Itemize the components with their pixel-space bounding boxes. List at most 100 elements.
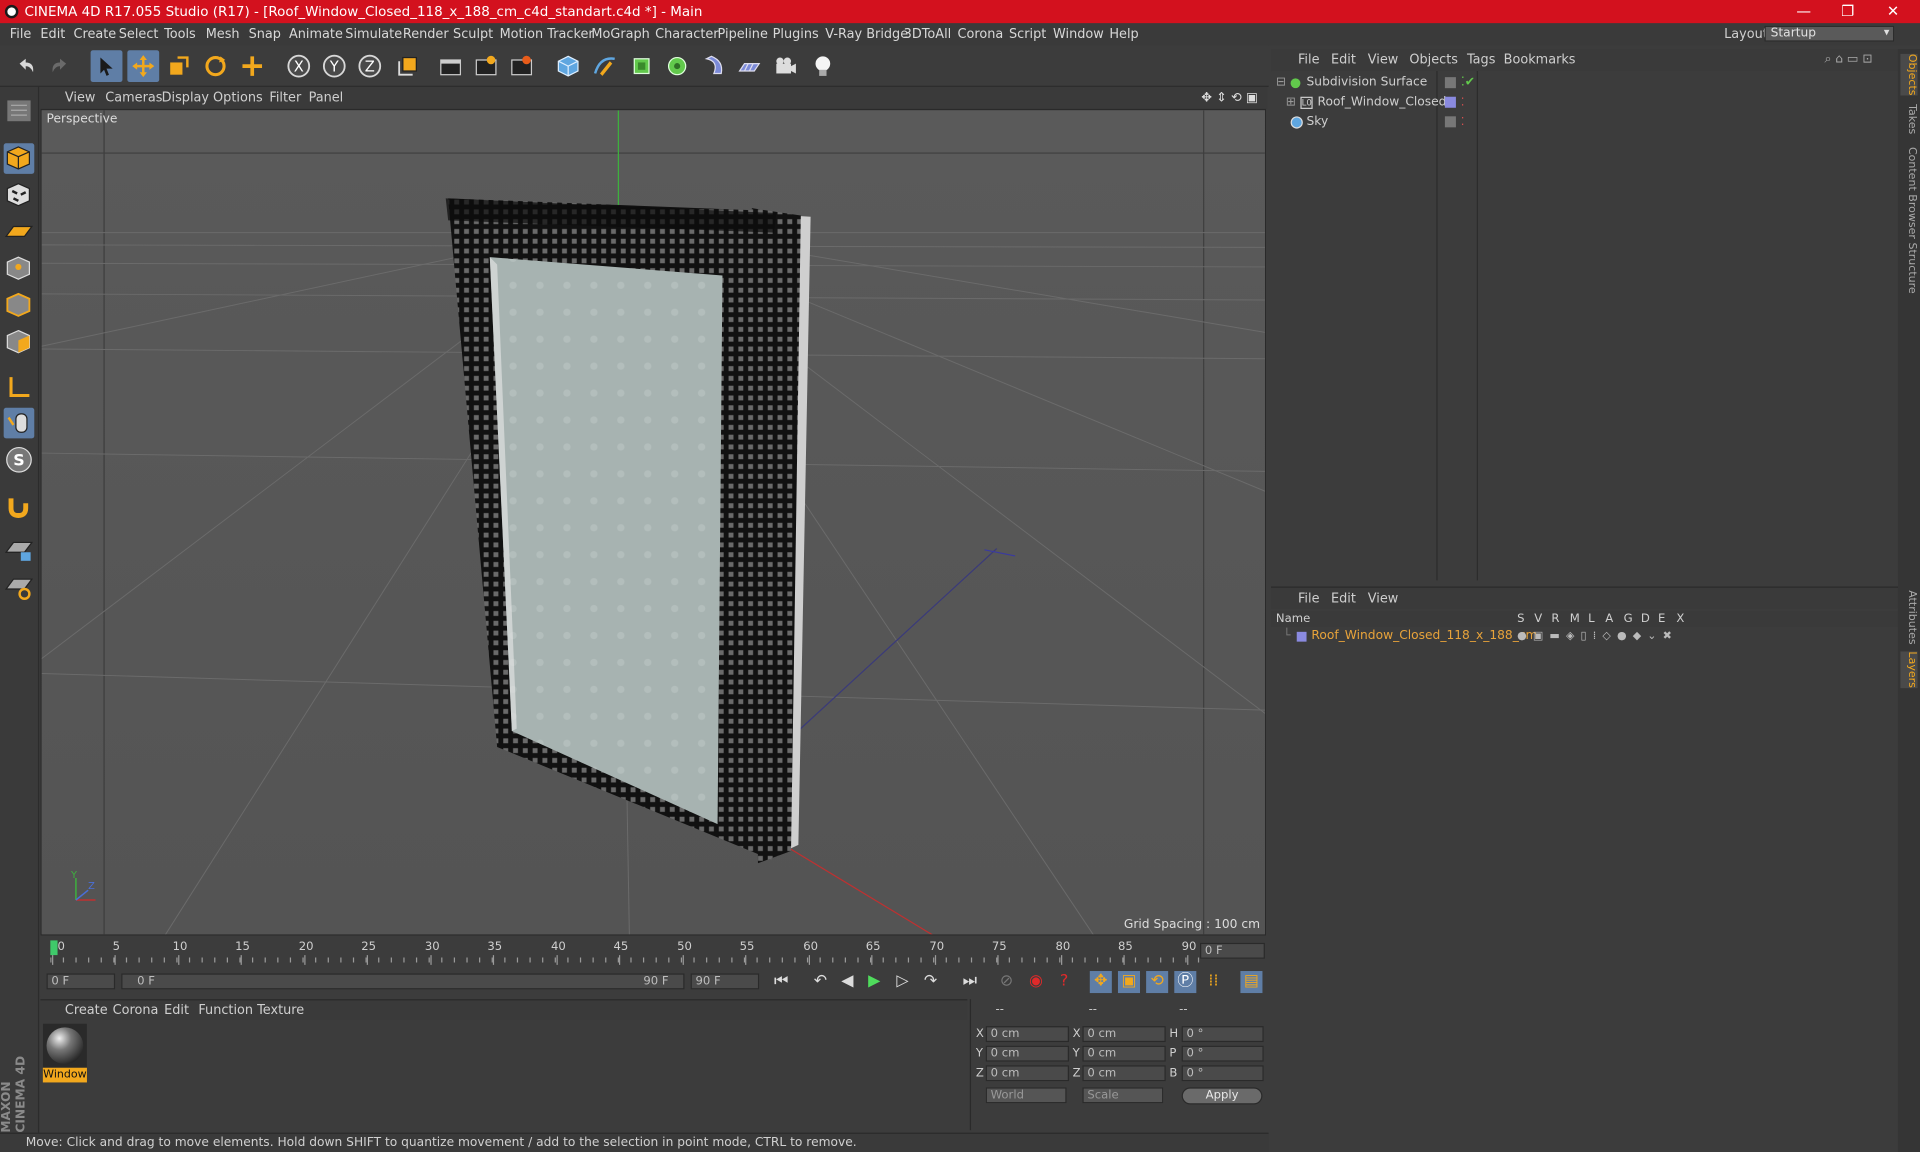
- menu-corona[interactable]: Corona: [958, 23, 1004, 45]
- menu-snap[interactable]: Snap: [249, 23, 281, 45]
- mat-menu-edit[interactable]: Edit: [164, 1000, 189, 1021]
- y-axis-icon[interactable]: Y: [318, 50, 350, 82]
- menu-edit[interactable]: Edit: [40, 23, 65, 45]
- subdivision-icon[interactable]: [626, 50, 658, 82]
- menu-help[interactable]: Help: [1109, 23, 1138, 45]
- menu-mesh[interactable]: Mesh: [206, 23, 240, 45]
- obj-manager-nav-icons[interactable]: ⌕ ⌂ ▭ ⊡: [1824, 49, 1872, 71]
- start-frame-field[interactable]: 0 F: [46, 973, 116, 990]
- scale-icon[interactable]: [163, 50, 195, 82]
- texture-mode-icon[interactable]: [4, 180, 35, 211]
- rotate-icon[interactable]: [200, 50, 232, 82]
- keyframe-selection-icon[interactable]: ?: [1053, 971, 1075, 993]
- current-frame-field[interactable]: 0 F: [1200, 942, 1265, 959]
- col-d[interactable]: D: [1641, 611, 1650, 627]
- col-e[interactable]: E: [1658, 611, 1665, 627]
- mat-menu-texture[interactable]: Texture: [257, 1000, 304, 1021]
- move-icon[interactable]: [127, 50, 160, 83]
- record-keys-icon[interactable]: ⊘: [996, 971, 1018, 993]
- vp-menu-view[interactable]: View: [65, 87, 96, 109]
- next-frame-button[interactable]: ▷: [891, 971, 913, 993]
- make-editable-icon[interactable]: [4, 96, 35, 127]
- next-key-icon[interactable]: ↷: [920, 971, 942, 993]
- points-mode-icon[interactable]: [4, 253, 35, 284]
- layer-color-swatch[interactable]: [1296, 631, 1307, 642]
- model-mode-icon[interactable]: [3, 143, 35, 174]
- expand-icon[interactable]: ⊞: [1286, 93, 1296, 113]
- deformer-icon[interactable]: [698, 50, 730, 82]
- tweak-mode-icon[interactable]: [3, 407, 35, 439]
- material-swatch[interactable]: Window: [42, 1023, 87, 1083]
- menu-window[interactable]: Window: [1053, 23, 1104, 45]
- menu-pipeline[interactable]: Pipeline: [718, 23, 768, 45]
- workplane-lock-icon[interactable]: [4, 535, 35, 566]
- obj-menu-bookmarks[interactable]: Bookmarks: [1504, 49, 1576, 71]
- menu-render[interactable]: Render: [403, 23, 449, 45]
- menu-vray-bridge[interactable]: V-Ray Bridge: [825, 23, 908, 45]
- timeline-ruler[interactable]: 0 5 10 15 20 25 30 35 40 45 50 55 60 65 …: [40, 935, 1268, 968]
- menu-select[interactable]: Select: [119, 23, 159, 45]
- col-name[interactable]: Name: [1276, 611, 1310, 627]
- obj-menu-edit[interactable]: Edit: [1331, 49, 1356, 71]
- light-icon[interactable]: [807, 50, 839, 82]
- vp-menu-display[interactable]: Display: [162, 87, 209, 109]
- pos-z-field[interactable]: 0 cm: [985, 1065, 1069, 1082]
- end-frame-field[interactable]: 90 F: [690, 973, 760, 990]
- coordinate-system-icon[interactable]: [392, 50, 424, 82]
- workplane-icon[interactable]: [4, 217, 35, 248]
- transform-icon[interactable]: [236, 50, 268, 82]
- lay-menu-file[interactable]: File: [1298, 588, 1320, 610]
- coord-system-select[interactable]: World: [985, 1087, 1067, 1104]
- size-z-field[interactable]: 0 cm: [1082, 1065, 1166, 1082]
- menu-plugins[interactable]: Plugins: [773, 23, 819, 45]
- key-parameter-icon[interactable]: Ⓟ: [1174, 971, 1197, 994]
- magnet-icon[interactable]: [4, 491, 35, 522]
- tab-layers[interactable]: Layers: [1900, 651, 1918, 688]
- menu-3dtoall[interactable]: 3DToAll: [904, 23, 952, 45]
- col-x[interactable]: X: [1676, 611, 1684, 627]
- tab-content-browser[interactable]: Content Browser: [1900, 147, 1917, 239]
- obj-menu-objects[interactable]: Objects: [1409, 49, 1458, 71]
- polygons-mode-icon[interactable]: [4, 327, 35, 358]
- obj-menu-tags[interactable]: Tags: [1467, 49, 1495, 71]
- col-g[interactable]: G: [1624, 611, 1633, 627]
- menu-script[interactable]: Script: [1009, 23, 1046, 45]
- range-slider[interactable]: 0 F 90 F: [121, 973, 685, 990]
- lay-menu-edit[interactable]: Edit: [1331, 588, 1356, 610]
- workplane-axis-icon[interactable]: [4, 572, 35, 603]
- layer-row[interactable]: └ Roof_Window_Closed_118_x_188_cm ●▣▬◈▯⁞…: [1271, 627, 1898, 647]
- object-row-roof-window[interactable]: ⊞ L0 Roof_Window_Closed ⁚: [1271, 93, 1898, 113]
- col-l[interactable]: L: [1588, 611, 1594, 627]
- vp-menu-cameras[interactable]: Cameras: [105, 87, 162, 109]
- menu-file[interactable]: File: [10, 23, 32, 45]
- lay-menu-view[interactable]: View: [1368, 588, 1399, 610]
- viewport-camera-label[interactable]: Perspective: [47, 113, 118, 126]
- visibility-dots-icon[interactable]: ⁚: [1461, 113, 1465, 133]
- key-position-icon[interactable]: ✥: [1089, 971, 1112, 994]
- enabled-check-icon[interactable]: ⁚✔: [1461, 73, 1475, 93]
- maximize-button[interactable]: ❐: [1826, 0, 1870, 23]
- visibility-dots-icon[interactable]: ⁚: [1461, 93, 1465, 113]
- axis-mode-icon[interactable]: [4, 372, 35, 403]
- go-to-end-button[interactable]: ⏭: [959, 971, 981, 993]
- menu-animate[interactable]: Animate: [289, 23, 343, 45]
- size-mode-select[interactable]: Scale: [1082, 1087, 1164, 1104]
- key-rotation-icon[interactable]: ⟲: [1146, 971, 1169, 994]
- rot-b-field[interactable]: 0 °: [1181, 1065, 1264, 1082]
- col-a[interactable]: A: [1605, 611, 1613, 627]
- layout-select[interactable]: Startup: [1764, 25, 1895, 42]
- col-s[interactable]: S: [1517, 611, 1524, 627]
- tab-attributes[interactable]: Attributes: [1900, 590, 1917, 644]
- menu-motion-tracker[interactable]: Motion Tracker: [500, 23, 594, 45]
- tab-objects[interactable]: Objects: [1900, 53, 1918, 96]
- go-to-start-button[interactable]: ⏮: [770, 971, 792, 993]
- 3d-viewport[interactable]: Y Z Perspective Grid Spacing : 100 cm: [40, 108, 1267, 936]
- tab-structure[interactable]: Structure: [1900, 242, 1917, 293]
- render-view-icon[interactable]: [435, 50, 467, 82]
- play-button[interactable]: ▶: [863, 971, 885, 993]
- menu-create[interactable]: Create: [73, 23, 116, 45]
- vp-menu-filter[interactable]: Filter: [269, 87, 301, 109]
- pos-x-field[interactable]: 0 cm: [985, 1026, 1069, 1043]
- cloner-icon[interactable]: [661, 50, 693, 82]
- pos-y-field[interactable]: 0 cm: [985, 1045, 1069, 1062]
